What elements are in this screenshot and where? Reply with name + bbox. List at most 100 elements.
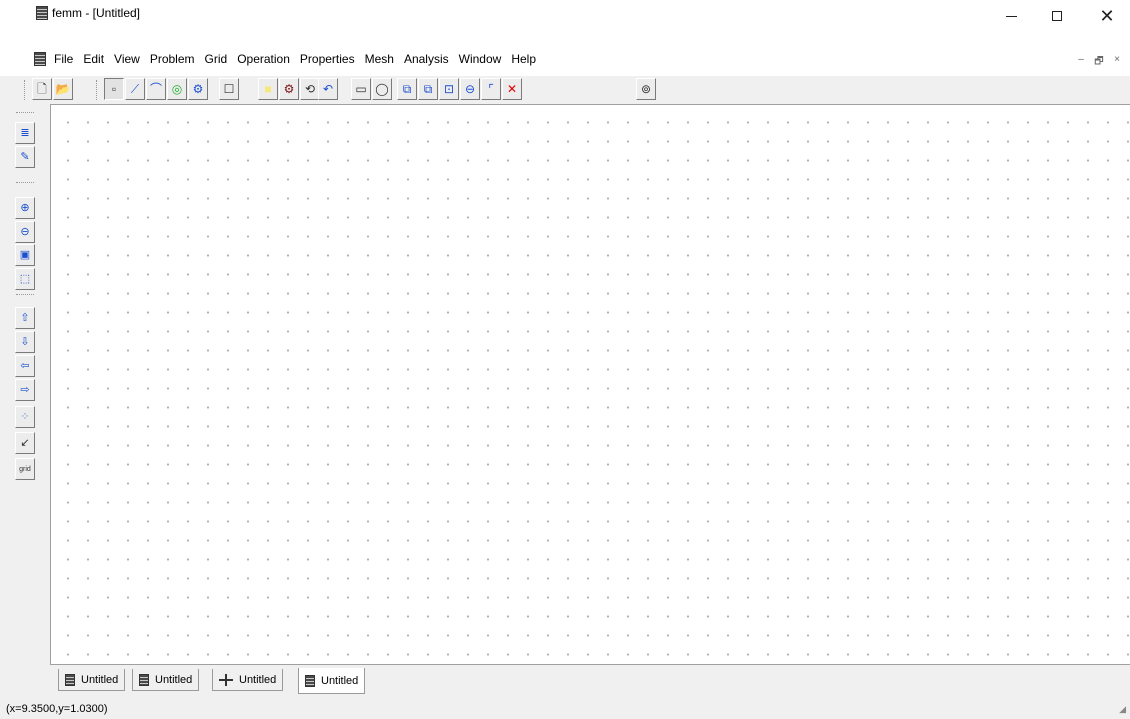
group-mode-button[interactable]: ⚙ bbox=[188, 78, 208, 100]
zoom-in-button[interactable]: ⊕ bbox=[15, 197, 35, 219]
coordinate-readout: (x=9.3500,y=1.0300) bbox=[6, 703, 108, 715]
zoom-window-icon: ⬚ bbox=[19, 272, 31, 285]
delete-icon: ✕ bbox=[506, 82, 518, 96]
zoom-out-icon: ⊖ bbox=[20, 225, 30, 238]
menu-window[interactable]: Window bbox=[454, 52, 507, 66]
view-toolbar: ≣ ✎ ⊕ ⊖ ▣ ⬚ ⇧ ⇩ ⇦ ⇨ ⁘ ↙ grid bbox=[12, 112, 46, 662]
mdi-restore-button[interactable]: 🗗 bbox=[1092, 54, 1106, 71]
open-folder-icon: 📂 bbox=[55, 82, 71, 96]
document-system-menu-icon[interactable] bbox=[34, 52, 46, 66]
mdi-close-button[interactable]: × bbox=[1110, 54, 1124, 71]
toolbar-group: ☐ bbox=[219, 78, 240, 102]
menu-properties[interactable]: Properties bbox=[295, 52, 360, 66]
mesh-button[interactable]: ⊚ bbox=[636, 78, 656, 100]
toolbar-grip[interactable] bbox=[16, 182, 34, 183]
pan-down-button[interactable]: ⇩ bbox=[15, 331, 35, 353]
highlight-icon: ■ bbox=[264, 82, 272, 96]
fillet-button[interactable]: ⌜ bbox=[481, 78, 501, 100]
zoom-window-button[interactable]: ⬚ bbox=[15, 268, 35, 290]
document-tab[interactable]: Untitled bbox=[132, 669, 200, 691]
menu-file[interactable]: File bbox=[49, 52, 78, 66]
select-circle-icon: ◯ bbox=[375, 82, 389, 96]
menu-problem[interactable]: Problem bbox=[145, 52, 200, 66]
new-file-button[interactable]: 🗋 bbox=[32, 78, 52, 100]
femm-app-icon[interactable] bbox=[36, 6, 48, 20]
main-toolbar: 🗋 📂 ▫ ⟋ ⌒ ◎ ⚙ ☐ ■ ⚙ ⟲ ↶ ▭ ◯ ⧉ ⧉ ⊡ ⊖ ⌜ ✕ ⊚ bbox=[0, 76, 1130, 104]
zoom-natural-button[interactable]: ▣ bbox=[15, 244, 35, 266]
toolbar-grip[interactable] bbox=[24, 80, 27, 100]
block-label-mode-button[interactable]: ◎ bbox=[167, 78, 187, 100]
femm-icon bbox=[305, 674, 315, 687]
materials-icon: ⚙ bbox=[283, 82, 295, 96]
edit-icon: ✎ bbox=[20, 150, 30, 163]
tab-label: Untitled bbox=[321, 674, 359, 687]
pan-right-button[interactable]: ⇨ bbox=[15, 379, 35, 401]
select-rect-icon: ▭ bbox=[355, 82, 367, 96]
menu-mesh[interactable]: Mesh bbox=[360, 52, 399, 66]
edit-button[interactable]: ✎ bbox=[15, 146, 35, 168]
tab-label: Untitled bbox=[239, 673, 277, 686]
boundary-button[interactable]: ⟲ bbox=[300, 78, 320, 100]
properties-button[interactable]: ☐ bbox=[219, 78, 239, 100]
menu-grid[interactable]: Grid bbox=[200, 52, 233, 66]
pan-left-button[interactable]: ⇦ bbox=[15, 355, 35, 377]
node-mode-icon: ▫ bbox=[111, 82, 117, 96]
pan-right-icon: ⇨ bbox=[20, 383, 30, 396]
fillet-icon: ⌜ bbox=[488, 82, 494, 96]
menu-view[interactable]: View bbox=[109, 52, 145, 66]
document-tab[interactable]: Untitled bbox=[298, 668, 366, 694]
toolbar-grip[interactable] bbox=[96, 80, 99, 100]
scale-button[interactable]: ⊡ bbox=[439, 78, 459, 100]
new-file-icon: 🗋 bbox=[37, 82, 47, 96]
snap-grid-button[interactable]: ↙ bbox=[15, 432, 35, 454]
sort-icon: ≣ bbox=[20, 126, 30, 139]
copy-button[interactable]: ⧉ bbox=[397, 78, 417, 100]
select-circle-button[interactable]: ◯ bbox=[372, 78, 392, 100]
pan-down-icon: ⇩ bbox=[20, 335, 30, 348]
open-folder-button[interactable]: 📂 bbox=[53, 78, 73, 100]
arc-mode-button[interactable]: ⌒ bbox=[146, 78, 166, 100]
sort-button[interactable]: ≣ bbox=[15, 122, 35, 144]
resize-grip-icon[interactable]: ◢ bbox=[1119, 704, 1126, 715]
undo-button[interactable]: ↶ bbox=[318, 78, 338, 100]
toolbar-grip[interactable] bbox=[16, 294, 34, 295]
pan-left-icon: ⇦ bbox=[20, 359, 30, 372]
close-button[interactable]: ✕ bbox=[1084, 0, 1130, 32]
zoom-out-button[interactable]: ⊖ bbox=[15, 221, 35, 243]
menu-edit[interactable]: Edit bbox=[78, 52, 109, 66]
highlight-button[interactable]: ■ bbox=[258, 78, 278, 100]
menu-operation[interactable]: Operation bbox=[232, 52, 295, 66]
pan-up-button[interactable]: ⇧ bbox=[15, 307, 35, 329]
mirror-button[interactable]: ⊖ bbox=[460, 78, 480, 100]
femm-icon bbox=[65, 673, 75, 686]
maximize-button[interactable] bbox=[1034, 0, 1080, 32]
status-bar: (x=9.3500,y=1.0300) ◢ bbox=[0, 694, 1130, 719]
femm-window: femm - [Untitled] ✕ File Edit View Problem G… bbox=[0, 0, 1130, 719]
drawing-canvas[interactable] bbox=[50, 104, 1130, 664]
document-tab[interactable]: Untitled bbox=[58, 669, 126, 691]
select-rect-button[interactable]: ▭ bbox=[351, 78, 371, 100]
toolbar-grip[interactable] bbox=[16, 112, 34, 113]
mdi-minimize-button[interactable]: – bbox=[1074, 54, 1088, 71]
mirror-icon: ⊖ bbox=[464, 82, 476, 96]
node-mode-button[interactable]: ▫ bbox=[104, 78, 124, 100]
materials-button[interactable]: ⚙ bbox=[279, 78, 299, 100]
maximize-icon bbox=[1052, 11, 1062, 21]
menu-analysis[interactable]: Analysis bbox=[399, 52, 454, 66]
menu-help[interactable]: Help bbox=[506, 52, 541, 66]
grid-size-button[interactable]: grid bbox=[15, 458, 35, 480]
snap-grid-icon: ↙ bbox=[20, 436, 30, 449]
toolbar-group: ▫ ⟋ ⌒ ◎ ⚙ bbox=[104, 78, 209, 102]
move-icon: ⧉ bbox=[423, 82, 433, 96]
tab-label: Untitled bbox=[81, 673, 119, 686]
document-tab[interactable]: Untitled bbox=[212, 669, 284, 691]
title-bar: femm - [Untitled] ✕ bbox=[0, 0, 1130, 42]
delete-button[interactable]: ✕ bbox=[502, 78, 522, 100]
minimize-button[interactable] bbox=[988, 0, 1034, 32]
show-grid-button[interactable]: ⁘ bbox=[15, 406, 35, 428]
group-mode-icon: ⚙ bbox=[192, 82, 204, 96]
move-button[interactable]: ⧉ bbox=[418, 78, 438, 100]
segment-mode-button[interactable]: ⟋ bbox=[125, 78, 145, 100]
properties-icon: ☐ bbox=[223, 82, 235, 96]
block-label-mode-icon: ◎ bbox=[171, 82, 183, 96]
